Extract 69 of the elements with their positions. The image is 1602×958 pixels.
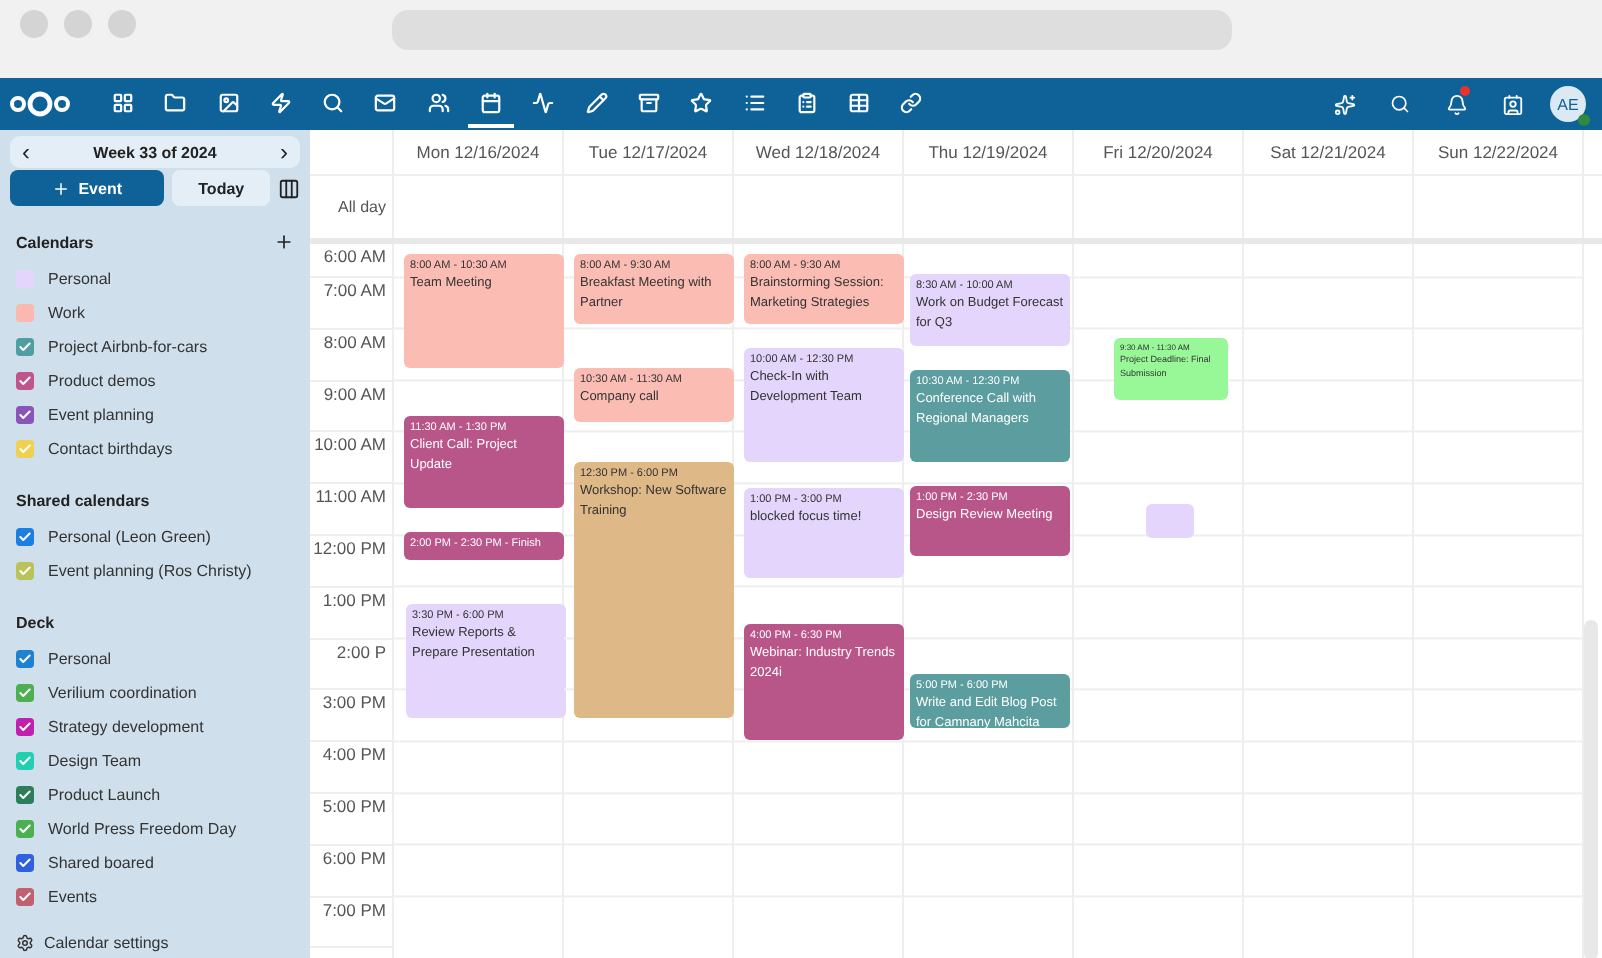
day-header: Fri 12/20/2024: [1074, 130, 1244, 174]
calendar-checkbox[interactable]: [16, 406, 34, 424]
hour-label: 5:00 PM: [322, 795, 386, 816]
hour-label: 6:00 PM: [322, 847, 386, 868]
section-heading: Calendars: [16, 233, 94, 251]
day-header: Mon 12/16/2024: [394, 130, 564, 174]
calendar-item[interactable]: Event planning (Ros Christy): [10, 554, 300, 588]
logo-icon[interactable]: [8, 90, 72, 118]
section-heading: Shared calendars: [16, 492, 150, 510]
calendar-item[interactable]: Personal: [10, 642, 300, 676]
week-view-icon[interactable]: [278, 177, 300, 199]
day-header: Sun 12/22/2024: [1414, 130, 1584, 174]
calendar-checkbox[interactable]: [16, 304, 34, 322]
week-label: Week 33 of 2024: [93, 143, 217, 161]
hour-label: 9:00 AM: [323, 383, 386, 404]
calendar-item[interactable]: World Press Freedom Day: [10, 812, 300, 846]
calendar-item[interactable]: Contact birthdays: [10, 432, 300, 466]
calendar-item[interactable]: Design Team: [10, 744, 300, 778]
day-header: Sat 12/21/2024: [1244, 130, 1414, 174]
calendar-checkbox[interactable]: [16, 338, 34, 356]
hour-label: 6:00 AM: [323, 246, 386, 266]
gear-icon: [16, 934, 34, 952]
plus-icon: [52, 179, 71, 197]
previous-week-button[interactable]: ‹: [18, 140, 34, 164]
calendar-item[interactable]: Event planning: [10, 398, 300, 432]
calendar-item[interactable]: Shared boared: [10, 846, 300, 880]
new-event-button[interactable]: Event: [10, 170, 165, 206]
hour-label: 8:00 AM: [323, 331, 386, 352]
calendar-item[interactable]: Events: [10, 880, 300, 914]
calendar-item[interactable]: Personal: [10, 262, 300, 296]
section-heading: Deck: [16, 614, 55, 632]
calendar-item[interactable]: Product Launch: [10, 778, 300, 812]
all-day-label: All day: [337, 198, 386, 216]
hour-label: 4:00 PM: [322, 744, 386, 765]
hour-label: 10:00 AM: [314, 434, 386, 455]
hour-label: 12:00 PM: [313, 537, 386, 558]
hour-label: 7:00 AM: [323, 280, 386, 300]
day-header: Wed 12/18/2024: [734, 130, 904, 174]
calendar-checkbox[interactable]: [16, 372, 34, 390]
today-button[interactable]: Today: [172, 170, 270, 206]
calendar-checkbox[interactable]: [16, 820, 34, 838]
calendar-item[interactable]: Work: [10, 296, 300, 330]
add-calendar-icon[interactable]: [274, 232, 294, 252]
hour-label: 2:00 P: [336, 641, 386, 662]
calendar-item[interactable]: Verilium coordination: [10, 676, 300, 710]
hour-label: 1:00 PM: [322, 589, 386, 610]
calendar-item[interactable]: Product demos: [10, 364, 300, 398]
calendar-checkbox[interactable]: [16, 440, 34, 458]
calendar-checkbox[interactable]: [16, 718, 34, 736]
day-header: Tue 12/17/2024: [564, 130, 734, 174]
calendar-checkbox[interactable]: [16, 752, 34, 770]
calendar-checkbox[interactable]: [16, 528, 34, 546]
hour-label: 7:00 PM: [322, 899, 386, 920]
user-avatar[interactable]: AE: [1550, 86, 1586, 122]
calendar-checkbox[interactable]: [16, 684, 34, 702]
day-header: Thu 12/19/2024: [904, 130, 1074, 174]
calendar-item[interactable]: Project Airbnb-for-cars: [10, 330, 300, 364]
calendar-item[interactable]: Personal (Leon Green): [10, 520, 300, 554]
calendar-checkbox[interactable]: [16, 854, 34, 872]
next-week-button[interactable]: ›: [275, 140, 292, 164]
calendar-checkbox[interactable]: [16, 650, 34, 668]
calendar-checkbox[interactable]: [16, 562, 34, 580]
hour-label: 11:00 AM: [315, 486, 386, 507]
hour-label: 3:00 PM: [322, 692, 386, 713]
day-column[interactable]: [904, 244, 1074, 958]
calendar-item[interactable]: Strategy development: [10, 710, 300, 744]
calendar-checkbox[interactable]: [16, 888, 34, 906]
calendar-checkbox[interactable]: [16, 786, 34, 804]
calendar-settings-link[interactable]: Calendar settings: [10, 934, 300, 952]
